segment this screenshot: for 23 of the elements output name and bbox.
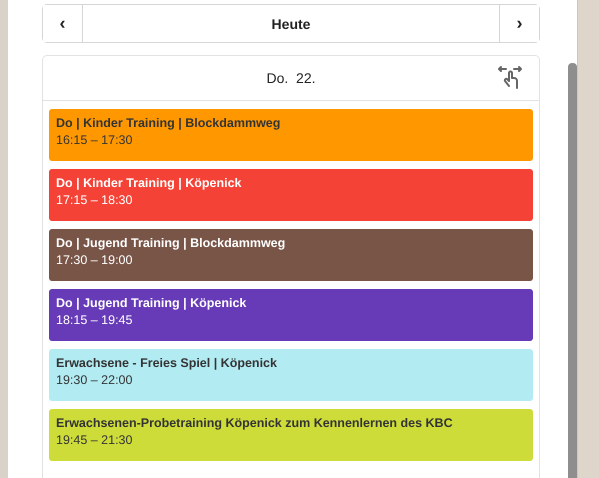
event-item[interactable]: Erwachsenen-Probetraining Köpenick zum Kennenlernen des KBC 19:45 – 21:30 <box>49 409 533 461</box>
event-item[interactable]: Do | Kinder Training | Köpenick 17:15 – 18:30 <box>49 169 533 221</box>
day-title: Do. 22. <box>266 70 316 86</box>
event-time: 17:30 – 19:00 <box>56 252 134 269</box>
next-button[interactable]: › <box>499 5 539 42</box>
event-title: Erwachsenen-Probetraining Köpenick zum Kennenlernen des KBC <box>56 415 454 432</box>
event-item[interactable]: Do | Kinder Training | Blockdammweg 16:15 – 17:30 <box>49 109 533 161</box>
event-title: Do | Jugend Training | Köpenick <box>56 295 248 312</box>
event-title: Do | Kinder Training | Köpenick <box>56 175 242 192</box>
event-title: Do | Jugend Training | Blockdammweg <box>56 235 286 252</box>
event-time: 17:15 – 18:30 <box>56 192 134 209</box>
event-title: Erwachsene - Freies Spiel | Köpenick <box>56 355 278 372</box>
event-time: 19:45 – 21:30 <box>56 432 134 449</box>
event-item[interactable]: Erwachsene - Freies Spiel | Köpenick 19:30 – 22:00 <box>49 349 533 401</box>
event-title: Do | Kinder Training | Blockdammweg <box>56 115 282 132</box>
event-time: 18:15 – 19:45 <box>56 312 134 329</box>
event-item[interactable]: Do | Jugend Training | Köpenick 18:15 – 19:45 <box>49 289 533 341</box>
event-time: 16:15 – 17:30 <box>56 132 134 149</box>
previous-button[interactable]: ‹ <box>43 5 83 42</box>
event-time: 19:30 – 22:00 <box>56 372 134 389</box>
event-item[interactable]: Do | Jugend Training | Blockdammweg 17:30 – 19:00 <box>49 229 533 281</box>
swipe-gesture-icon[interactable] <box>497 65 523 91</box>
scrollbar-thumb[interactable] <box>568 63 577 478</box>
